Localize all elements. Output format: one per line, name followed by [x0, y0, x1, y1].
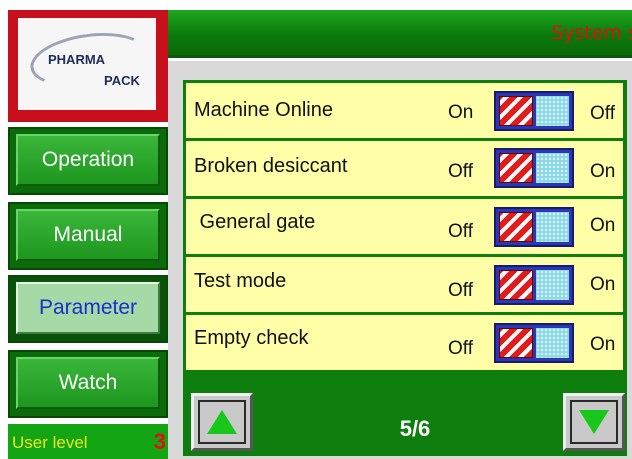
param-label: Empty check [194, 327, 309, 349]
param-state-left: Off [448, 338, 473, 359]
param-label: Broken desiccant [194, 155, 348, 177]
triangle-up-icon [207, 410, 237, 434]
title-bar: System s [168, 10, 632, 58]
toggle-knob [499, 328, 533, 358]
param-state-right: On [590, 334, 616, 355]
machine-online-toggle[interactable] [494, 91, 574, 131]
param-state-right: On [590, 274, 616, 295]
toggle-knob [499, 96, 533, 126]
param-state-left: Off [448, 280, 473, 301]
page-down-button[interactable] [563, 393, 625, 451]
empty-check-toggle[interactable] [494, 323, 574, 363]
param-state-right: On [590, 215, 616, 236]
hmi-screen: System s PHARMA PACK Operation Manual Pa… [0, 0, 632, 459]
toggle-knob [499, 270, 533, 300]
general-gate-toggle[interactable] [494, 207, 574, 247]
page-down-face [570, 400, 618, 444]
nav-manual-label: Manual [16, 209, 160, 261]
toggle-track [536, 328, 569, 358]
nav-operation-button[interactable]: Operation [8, 127, 168, 195]
page-title: System s [551, 22, 632, 44]
user-level-label: User level [12, 433, 88, 452]
param-row-empty-check: Empty check Off On [186, 315, 623, 370]
logo-plate: PHARMA PACK [18, 18, 156, 110]
user-level-value: 3 [153, 429, 166, 454]
nav-operation-label: Operation [16, 134, 160, 186]
param-label: Machine Online [194, 99, 333, 121]
nav-parameter-button[interactable]: Parameter [8, 275, 168, 343]
param-state-left: On [448, 102, 474, 123]
nav-parameter-label: Parameter [16, 282, 160, 334]
page-indicator: 5/6 [399, 416, 431, 441]
param-row-machine-online: Machine Online On Off [186, 83, 623, 138]
toggle-knob [499, 153, 533, 183]
logo: PHARMA PACK [8, 10, 168, 122]
toggle-track [536, 212, 569, 242]
param-state-right: Off [590, 103, 615, 124]
toggle-knob [499, 212, 533, 242]
nav-watch-label: Watch [16, 357, 160, 409]
logo-line-1: PHARMA [48, 52, 106, 67]
param-label: General gate [194, 211, 316, 233]
user-level-indicator: User level 3 [8, 424, 168, 459]
nav-watch-button[interactable]: Watch [8, 350, 168, 418]
param-row-broken-desiccant: Broken desiccant Off On [186, 141, 623, 196]
param-label: Test mode [194, 270, 287, 292]
param-state-left: Off [448, 161, 473, 182]
page-up-face [198, 400, 246, 444]
param-row-general-gate: General gate Off On [186, 199, 623, 254]
toggle-track [536, 96, 569, 126]
nav-manual-button[interactable]: Manual [8, 202, 168, 270]
broken-desiccant-toggle[interactable] [494, 148, 574, 188]
triangle-down-icon [579, 410, 609, 434]
page-up-button[interactable] [191, 393, 253, 451]
param-state-right: On [590, 161, 616, 182]
toggle-track [536, 153, 569, 183]
test-mode-toggle[interactable] [494, 265, 574, 305]
logo-line-2: PACK [104, 73, 140, 88]
param-state-left: Off [448, 221, 473, 242]
param-row-test-mode: Test mode Off On [186, 257, 623, 312]
toggle-track [536, 270, 569, 300]
